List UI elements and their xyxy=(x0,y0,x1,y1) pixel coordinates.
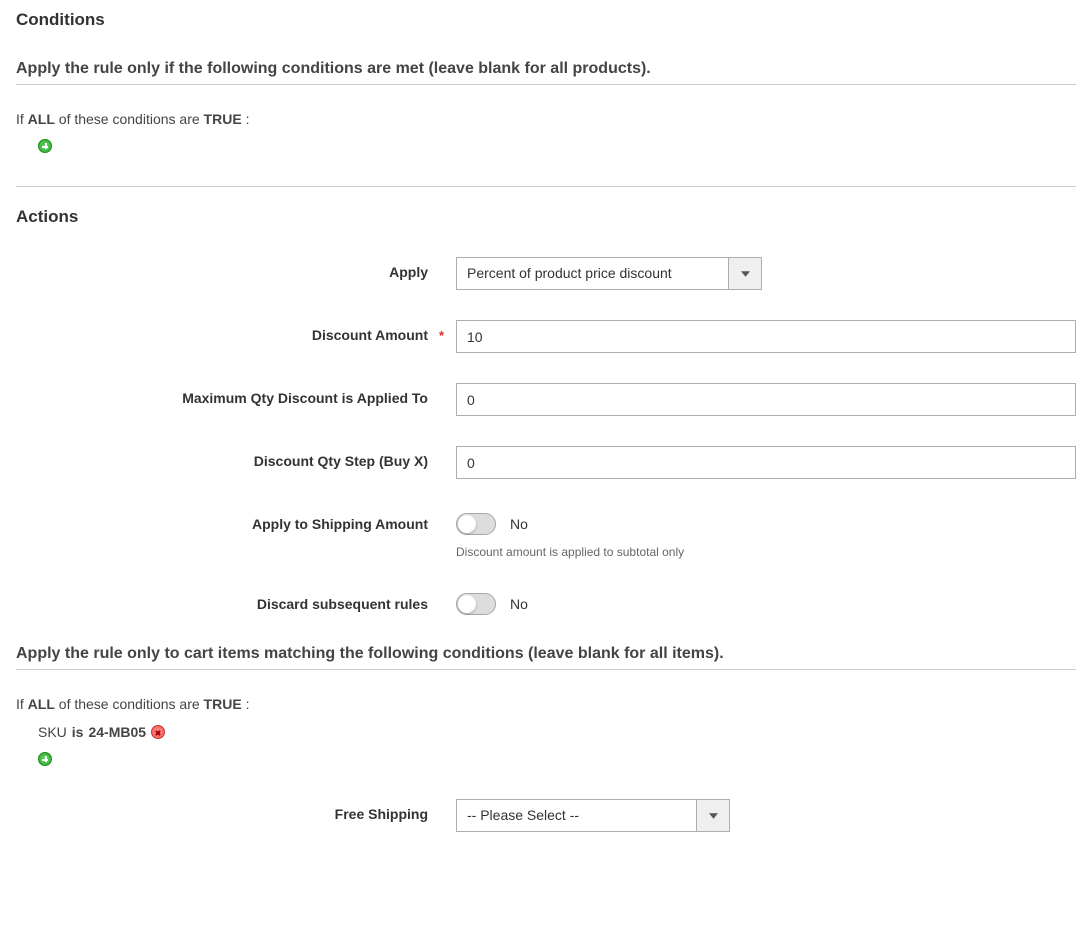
label-qty-step: Discount Qty Step (Buy X) xyxy=(16,446,456,469)
row-qty-step: Discount Qty Step (Buy X) xyxy=(16,446,1076,479)
cond-word-suffix: : xyxy=(246,696,250,712)
add-condition-icon[interactable] xyxy=(38,139,52,153)
label-apply: Apply xyxy=(16,257,456,280)
toggle-apply-shipping[interactable] xyxy=(456,513,496,535)
section-title-actions: Actions xyxy=(16,207,1076,227)
cond-value[interactable]: 24-MB05 xyxy=(88,724,146,740)
label-max-qty: Maximum Qty Discount is Applied To xyxy=(16,383,456,406)
conditions-block: If ALL of these conditions are TRUE : xyxy=(16,103,1076,187)
label-free-shipping: Free Shipping xyxy=(16,799,456,822)
cond-operator[interactable]: is xyxy=(72,724,84,740)
label-discount-amount: Discount Amount xyxy=(16,320,456,343)
cond-truth[interactable]: TRUE xyxy=(204,111,242,127)
remove-condition-icon[interactable] xyxy=(151,725,165,739)
cond-aggregate[interactable]: ALL xyxy=(28,696,55,712)
label-apply-shipping: Apply to Shipping Amount xyxy=(16,509,456,532)
toggle-apply-shipping-label: No xyxy=(510,516,528,532)
row-apply-shipping: Apply to Shipping Amount No Discount amo… xyxy=(16,509,1076,559)
help-apply-shipping: Discount amount is applied to subtotal o… xyxy=(456,545,1076,559)
conditions-fieldset-title: Apply the rule only if the following con… xyxy=(16,60,1076,85)
cond-word-if: If xyxy=(16,696,24,712)
label-discard: Discard subsequent rules xyxy=(16,589,456,612)
cond-attribute[interactable]: SKU xyxy=(38,724,67,740)
cond-word-if: If xyxy=(16,111,24,127)
cart-conditions-fieldset-title: Apply the rule only to cart items matchi… xyxy=(16,645,1076,670)
conditions-root-line: If ALL of these conditions are TRUE : xyxy=(16,111,1076,127)
select-apply[interactable]: Percent of product price discount xyxy=(456,257,762,290)
cart-conditions-block: If ALL of these conditions are TRUE : SK… xyxy=(16,688,1076,799)
add-condition-icon[interactable] xyxy=(38,752,52,766)
select-free-shipping[interactable]: -- Please Select -- xyxy=(456,799,730,832)
row-discount-amount: Discount Amount xyxy=(16,320,1076,353)
chevron-down-icon xyxy=(696,800,729,831)
select-apply-value: Percent of product price discount xyxy=(457,258,728,289)
row-max-qty: Maximum Qty Discount is Applied To xyxy=(16,383,1076,416)
input-max-qty[interactable] xyxy=(456,383,1076,416)
cond-word-suffix: : xyxy=(246,111,250,127)
cart-condition-item: SKU is 24-MB05 xyxy=(38,724,1076,740)
select-free-shipping-value: -- Please Select -- xyxy=(457,800,696,831)
input-qty-step[interactable] xyxy=(456,446,1076,479)
cart-conditions-root-line: If ALL of these conditions are TRUE : xyxy=(16,696,1076,712)
row-free-shipping: Free Shipping -- Please Select -- xyxy=(16,799,1076,832)
cond-word-mid: of these conditions are xyxy=(59,111,200,127)
toggle-discard[interactable] xyxy=(456,593,496,615)
cond-aggregate[interactable]: ALL xyxy=(28,111,55,127)
input-discount-amount[interactable] xyxy=(456,320,1076,353)
toggle-discard-label: No xyxy=(510,596,528,612)
row-apply: Apply Percent of product price discount xyxy=(16,257,1076,290)
row-discard: Discard subsequent rules No xyxy=(16,589,1076,615)
cond-word-mid: of these conditions are xyxy=(59,696,200,712)
cond-truth[interactable]: TRUE xyxy=(204,696,242,712)
chevron-down-icon xyxy=(728,258,761,289)
section-title-conditions: Conditions xyxy=(16,10,1076,30)
